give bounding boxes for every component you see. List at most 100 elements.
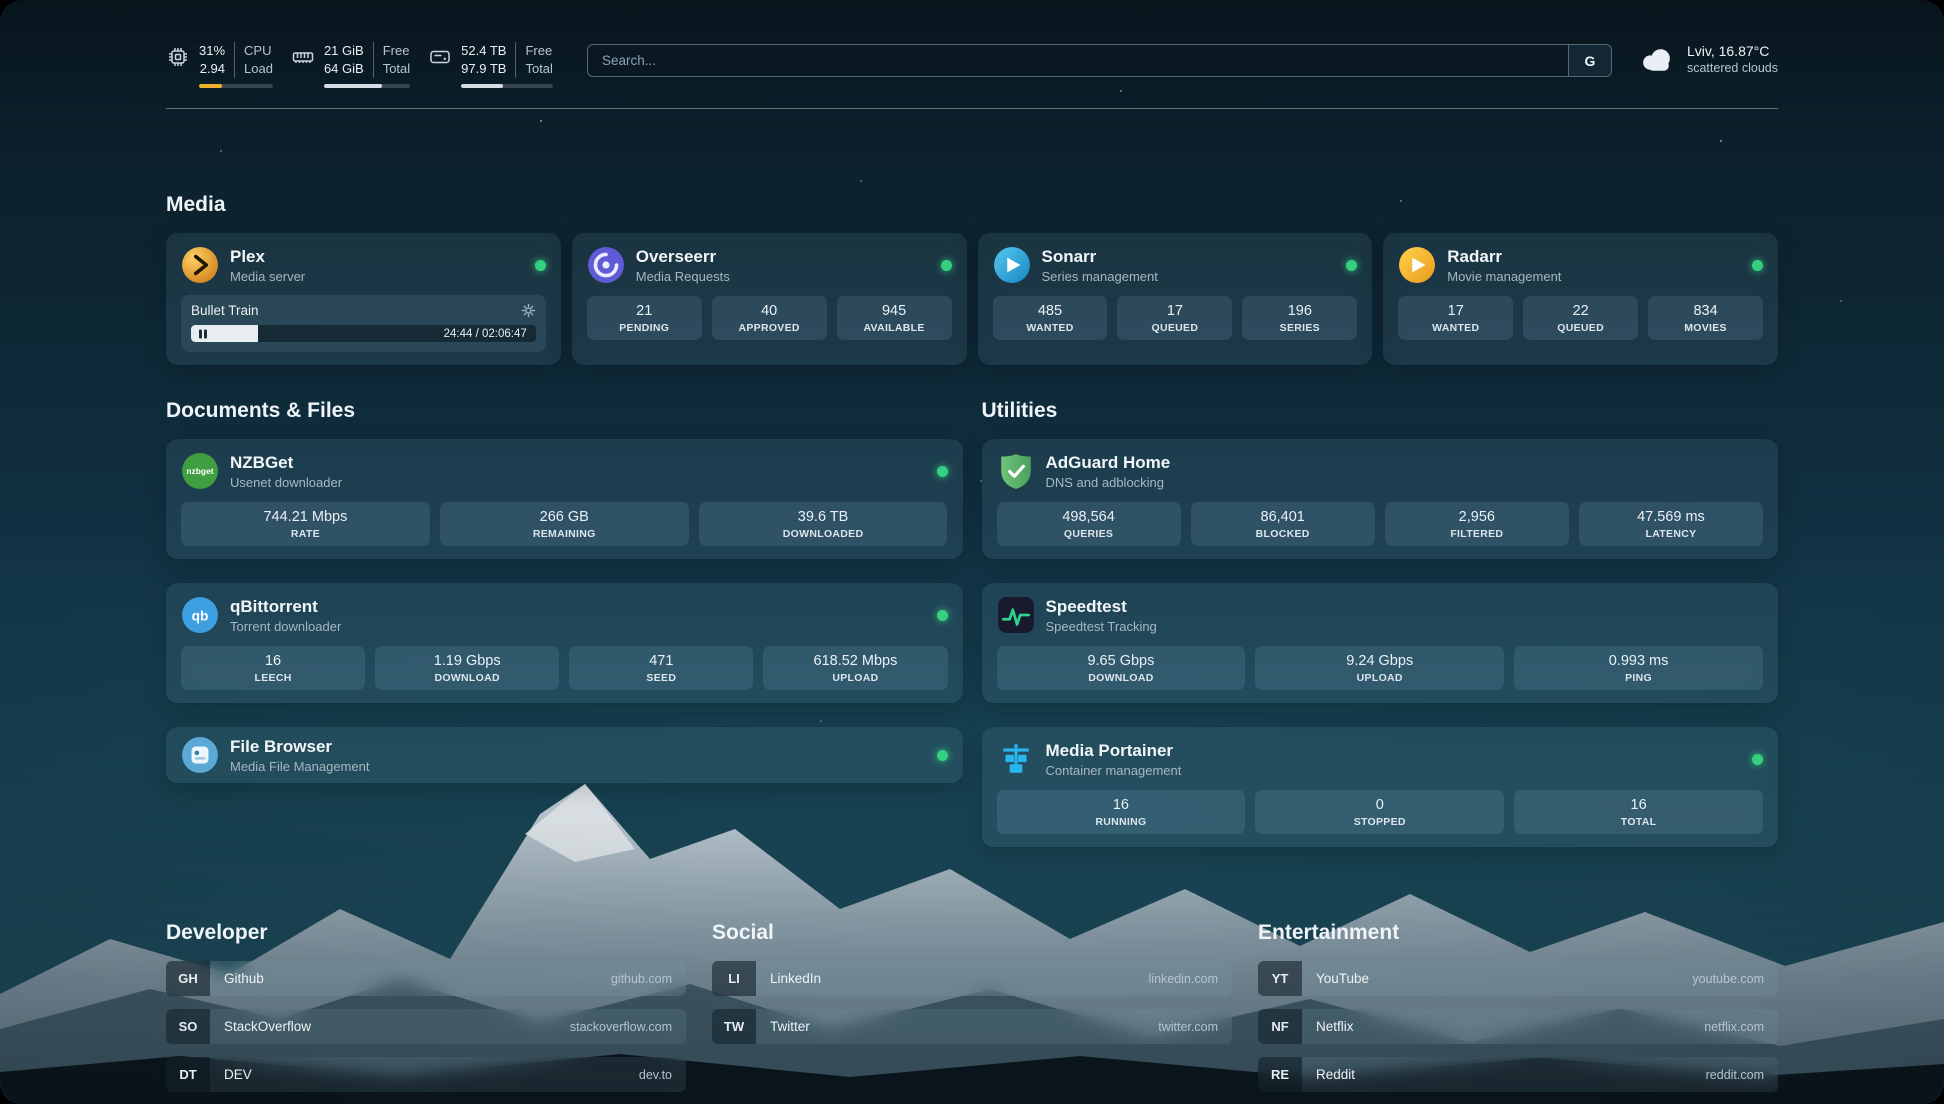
- gear-icon[interactable]: [521, 303, 536, 318]
- bookmark-abbr: TW: [712, 1009, 756, 1044]
- section-social: Social LI LinkedIn linkedin.com TW Twitt…: [712, 921, 1232, 1104]
- app-title: Speedtest: [1046, 597, 1157, 617]
- bookmark-dev[interactable]: DT DEV dev.to: [166, 1057, 686, 1092]
- app-link-nzbget[interactable]: nzbget NZBGet Usenet downloader: [181, 452, 342, 490]
- stat-label: QUEUED: [1122, 322, 1227, 334]
- cpu-widget: 31% 2.94 CPU Load: [166, 42, 273, 88]
- status-dot: [1752, 260, 1763, 271]
- cpu-progress-bar: [199, 84, 273, 88]
- cpu-label: CPU: [244, 42, 273, 60]
- app-link-filebrowser[interactable]: File Browser Media File Management: [181, 736, 369, 774]
- ram-total-label: Total: [383, 60, 410, 78]
- app-link-speedtest[interactable]: Speedtest Speedtest Tracking: [997, 596, 1157, 634]
- stat-value: 196: [1247, 303, 1352, 319]
- bookmark-name: StackOverflow: [210, 1009, 311, 1044]
- header-divider: [166, 108, 1778, 109]
- pause-icon: [199, 329, 207, 338]
- stat-label: RATE: [186, 528, 425, 540]
- search-engine-button[interactable]: G: [1568, 45, 1611, 76]
- weather-location: Lviv, 16.87°C: [1687, 43, 1778, 59]
- bookmark-github[interactable]: GH Github github.com: [166, 961, 686, 996]
- section-title-documents: Documents & Files: [166, 399, 963, 423]
- stat-label: PENDING: [592, 322, 697, 334]
- status-dot: [535, 260, 546, 271]
- bookmark-netflix[interactable]: NF Netflix netflix.com: [1258, 1009, 1778, 1044]
- now-playing-title: Bullet Train: [191, 303, 259, 318]
- overseerr-icon: [587, 246, 625, 284]
- app-link-sonarr[interactable]: Sonarr Series management: [993, 246, 1158, 284]
- stat-box: 17 WANTED: [1398, 296, 1513, 340]
- status-dot: [941, 260, 952, 271]
- stat-box: 945 AVAILABLE: [837, 296, 952, 340]
- stat-value: 22: [1528, 303, 1633, 319]
- stat-box: 471 SEED: [569, 646, 753, 690]
- app-subtitle: Media server: [230, 269, 305, 284]
- filebrowser-icon: [181, 736, 219, 774]
- stat-value: 0.993 ms: [1519, 653, 1758, 669]
- bookmark-reddit[interactable]: RE Reddit reddit.com: [1258, 1057, 1778, 1092]
- bookmark-twitter[interactable]: TW Twitter twitter.com: [712, 1009, 1232, 1044]
- app-subtitle: Container management: [1046, 763, 1182, 778]
- top-bar: 31% 2.94 CPU Load: [166, 42, 1778, 88]
- app-link-overseerr[interactable]: Overseerr Media Requests: [587, 246, 730, 284]
- stat-value: 39.6 TB: [704, 509, 943, 525]
- ram-total-value: 64 GiB: [324, 60, 364, 78]
- app-title: Plex: [230, 247, 305, 267]
- disk-widget: 52.4 TB 97.9 TB Free Total: [428, 42, 553, 88]
- bookmark-name: Twitter: [756, 1009, 810, 1044]
- stat-box: 86,401 BLOCKED: [1191, 502, 1375, 546]
- app-card-qbittorrent: qb qBittorrent Torrent downloader: [166, 583, 963, 703]
- bookmark-name: DEV: [210, 1057, 252, 1092]
- status-dot: [937, 610, 948, 621]
- section-title-media: Media: [166, 193, 1778, 217]
- bookmark-name: YouTube: [1302, 961, 1369, 996]
- bookmark-domain: dev.to: [639, 1057, 686, 1092]
- bookmark-abbr: LI: [712, 961, 756, 996]
- section-developer: Developer GH Github github.com SO StackO…: [166, 921, 686, 1104]
- stat-label: QUEUED: [1528, 322, 1633, 334]
- nzbget-icon: nzbget: [181, 452, 219, 490]
- app-card-overseerr: Overseerr Media Requests 21 PENDING 40: [572, 233, 967, 365]
- speedtest-icon: [997, 596, 1035, 634]
- stat-box: 9.65 Gbps DOWNLOAD: [997, 646, 1246, 690]
- playback-progress-bar: 24:44 / 02:06:47: [191, 325, 536, 342]
- ram-progress-fill: [324, 84, 382, 88]
- bookmark-domain: github.com: [611, 961, 686, 996]
- bookmark-abbr: NF: [1258, 1009, 1302, 1044]
- app-link-qbittorrent[interactable]: qb qBittorrent Torrent downloader: [181, 596, 341, 634]
- bookmark-domain: twitter.com: [1158, 1009, 1232, 1044]
- ram-icon: [291, 42, 315, 69]
- section-documents: Documents & Files nzbget NZBGet Use: [166, 399, 963, 847]
- ram-progress-bar: [324, 84, 410, 88]
- bookmark-domain: linkedin.com: [1149, 961, 1232, 996]
- stat-label: TOTAL: [1519, 816, 1758, 828]
- bookmark-abbr: DT: [166, 1057, 210, 1092]
- section-title-developer: Developer: [166, 921, 686, 945]
- section-media: Media Plex Media server: [166, 193, 1778, 365]
- app-subtitle: Media File Management: [230, 759, 369, 774]
- stat-box: 2,956 FILTERED: [1385, 502, 1569, 546]
- search-input[interactable]: [587, 44, 1612, 77]
- cpu-load-value: 2.94: [200, 60, 225, 78]
- stat-label: APPROVED: [717, 322, 822, 334]
- cpu-load-label: Load: [244, 60, 273, 78]
- bookmark-youtube[interactable]: YT YouTube youtube.com: [1258, 961, 1778, 996]
- status-dot: [937, 750, 948, 761]
- app-link-adguard[interactable]: AdGuard Home DNS and adblocking: [997, 452, 1171, 490]
- app-title: qBittorrent: [230, 597, 341, 617]
- stat-label: WANTED: [998, 322, 1103, 334]
- stat-value: 16: [1002, 797, 1241, 813]
- app-link-portainer[interactable]: Media Portainer Container management: [997, 740, 1182, 778]
- app-card-filebrowser: File Browser Media File Management: [166, 727, 963, 783]
- plex-icon: [181, 246, 219, 284]
- bookmark-stackoverflow[interactable]: SO StackOverflow stackoverflow.com: [166, 1009, 686, 1044]
- app-link-radarr[interactable]: Radarr Movie management: [1398, 246, 1561, 284]
- bookmark-linkedin[interactable]: LI LinkedIn linkedin.com: [712, 961, 1232, 996]
- stat-box: 834 MOVIES: [1648, 296, 1763, 340]
- stat-value: 471: [574, 653, 748, 669]
- stat-label: DOWNLOADED: [704, 528, 943, 540]
- app-link-plex[interactable]: Plex Media server: [181, 246, 305, 284]
- now-playing-panel: Bullet Train 24:44 / 02:06:47: [181, 295, 546, 352]
- stat-label: PING: [1519, 672, 1758, 684]
- app-card-plex: Plex Media server Bullet Train: [166, 233, 561, 365]
